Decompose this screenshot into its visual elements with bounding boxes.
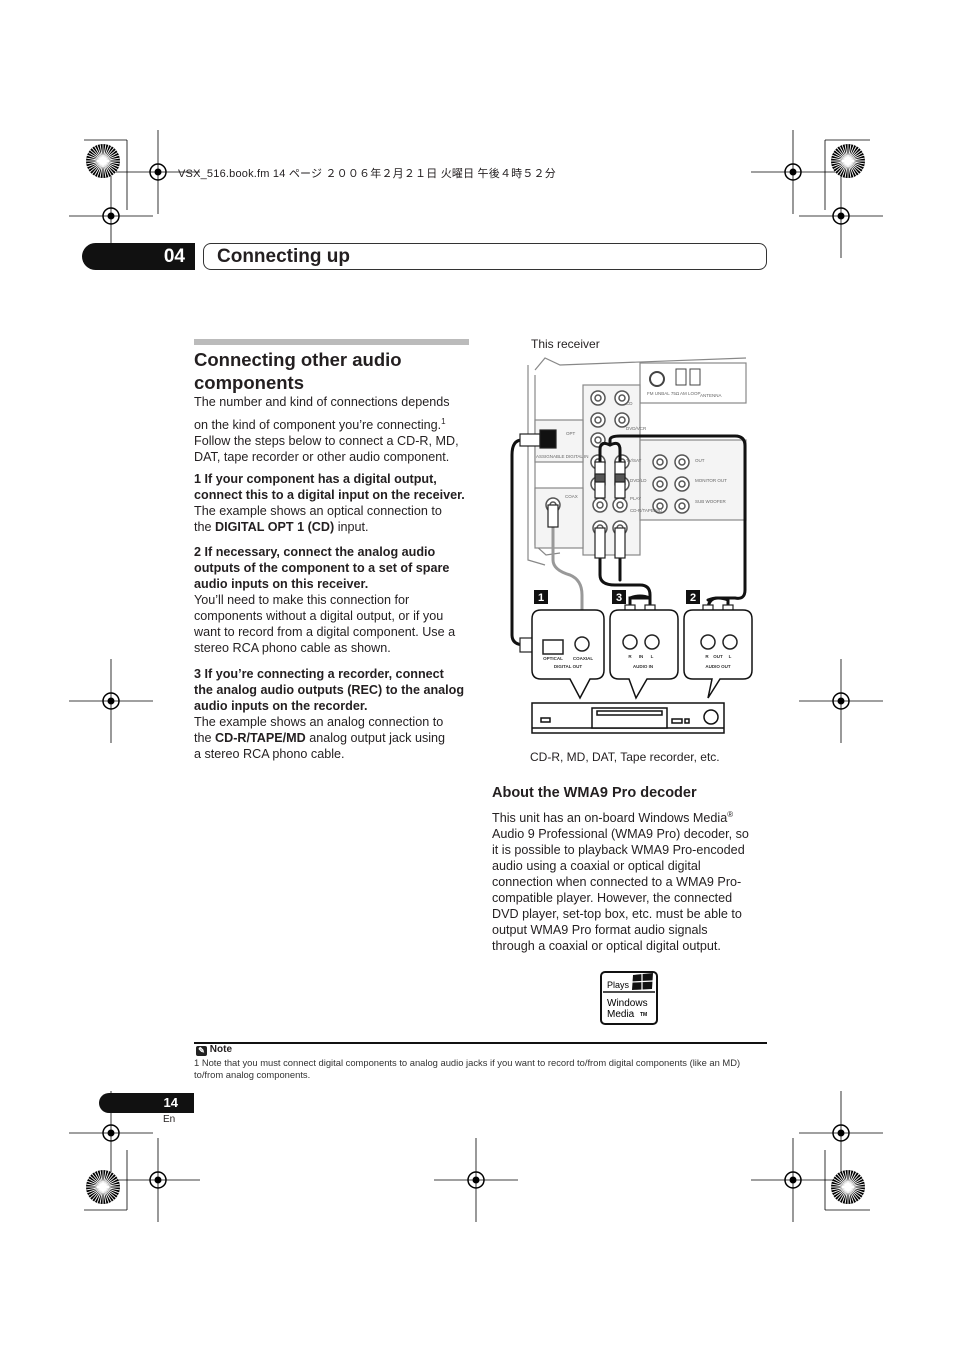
line: Audio 9 Professional (WMA9 Pro) decoder,… bbox=[492, 827, 749, 842]
callout-3: 3 bbox=[616, 592, 622, 604]
logo-windows: Windows bbox=[607, 998, 648, 1009]
chapter-number: 04 bbox=[82, 243, 195, 270]
digital-in-label: ASSIGNABLE DIGITAL IN bbox=[536, 454, 589, 459]
monitor-label: MONITOR OUT bbox=[695, 478, 727, 483]
coax-label: COAX bbox=[565, 494, 578, 499]
page-number: 14 bbox=[99, 1093, 194, 1113]
line: output WMA9 Pro format audio signals bbox=[492, 923, 708, 938]
logo-media: Media bbox=[607, 1009, 635, 1020]
line: the bbox=[194, 520, 216, 534]
registration-marks bbox=[69, 130, 883, 1222]
line: compatible player. However, the connecte… bbox=[492, 891, 733, 906]
footnote-ref[interactable]: 1 bbox=[441, 417, 445, 426]
line: The example shows an optical connection … bbox=[194, 504, 442, 518]
audio-in-label: AUDIO IN bbox=[633, 664, 653, 669]
note-text: 1 Note that you must connect digital com… bbox=[194, 1057, 741, 1080]
cd-label: CD bbox=[626, 401, 633, 406]
line: The number and kind of connections depen… bbox=[194, 395, 450, 409]
line: input. bbox=[334, 520, 369, 534]
in-label: IN bbox=[639, 654, 644, 659]
section-bar bbox=[194, 339, 469, 345]
am-terminal bbox=[689, 368, 701, 386]
optical-cable bbox=[510, 438, 527, 647]
line: want to record from a digital component.… bbox=[194, 625, 456, 639]
wma-text: This unit has an on-board Windows Media®… bbox=[492, 807, 749, 954]
step-2: 2 If necessary, connect the analog audio… bbox=[194, 544, 455, 656]
l-label: L bbox=[651, 654, 654, 659]
line: stereo RCA phono cable as shown. bbox=[194, 641, 391, 655]
line: DVD player, set-top box, etc. must be ab… bbox=[492, 907, 742, 922]
dvd-label: DVD/VCR bbox=[626, 426, 647, 431]
step-title: audio inputs on this receiver. bbox=[194, 577, 369, 591]
line: a stereo RCA phono cable. bbox=[194, 747, 345, 761]
component-caption: CD-R, MD, DAT, Tape recorder, etc. bbox=[530, 750, 720, 764]
line: on the kind of component you’re connecti… bbox=[194, 418, 442, 433]
step-3: 3 If you’re connecting a recorder, conne… bbox=[194, 666, 464, 762]
step-title: 1 If your component has a digital output… bbox=[194, 472, 437, 486]
line: This unit has an on-board Windows Media bbox=[492, 811, 728, 826]
line: the bbox=[194, 731, 216, 745]
step-title: outputs of the component to a set of spa… bbox=[194, 561, 450, 575]
step-title: 2 If necessary, connect the analog audio bbox=[194, 545, 436, 559]
step-title: the analog audio outputs (REC) to the an… bbox=[194, 683, 465, 697]
play-label: PLAY bbox=[630, 496, 641, 501]
jack-name: DIGITAL OPT 1 (CD) bbox=[215, 520, 335, 534]
callout-1: 1 bbox=[538, 592, 544, 604]
chapter-title: Connecting up bbox=[203, 243, 767, 270]
note-divider bbox=[194, 1042, 767, 1044]
am-label: AM LOOP bbox=[680, 391, 701, 396]
line: components without a digital output, or … bbox=[194, 609, 444, 623]
line: through a coaxial or optical digital out… bbox=[492, 939, 721, 954]
line: The example shows an analog connection t… bbox=[194, 715, 444, 729]
out-label: OUT bbox=[695, 458, 705, 463]
plays-windows-media-logo: Plays Windows Media TM bbox=[600, 971, 658, 1025]
step-title: audio inputs on the recorder. bbox=[194, 699, 368, 713]
connection-diagram: FM UNBAL 75Ω AM LOOP ANTENNA OPT ASSIGNA… bbox=[510, 357, 753, 734]
l-label: L bbox=[729, 654, 732, 659]
cdr-label: CD-R/TAPE/MD bbox=[630, 508, 663, 513]
note-heading: ✎ Note bbox=[196, 1044, 232, 1056]
logo-plays: Plays bbox=[607, 980, 630, 990]
receiver-label: This receiver bbox=[531, 337, 600, 351]
optical-label: OPTICAL bbox=[543, 656, 563, 661]
dvdld-label: DVD/LD bbox=[630, 478, 647, 483]
line: You’ll need to make this connection for bbox=[194, 593, 410, 607]
logo-tm: TM bbox=[640, 1012, 647, 1018]
am-terminal bbox=[675, 368, 687, 386]
line: DAT, tape recorder or other audio compon… bbox=[194, 450, 450, 465]
callout-badges: 1 3 2 bbox=[534, 590, 700, 604]
line: Follow the steps below to connect a CD-R… bbox=[194, 434, 459, 449]
wma-heading: About the WMA9 Pro decoder bbox=[492, 785, 697, 801]
line: it is possible to playback WMA9 Pro-enco… bbox=[492, 843, 745, 858]
file-header: VSX_516.book.fm 14 ページ ２００６年２月２１日 火曜日 午後… bbox=[178, 168, 556, 180]
opt-label: OPT bbox=[566, 431, 576, 436]
callout-2: 2 bbox=[690, 592, 696, 604]
tv-label: TV/SAT bbox=[626, 458, 642, 463]
jack-name: CD-R/TAPE/MD bbox=[215, 731, 306, 745]
recorder-device bbox=[531, 702, 725, 734]
intro-text: The number and kind of connections depen… bbox=[194, 394, 459, 465]
line: analog output jack using bbox=[305, 731, 446, 745]
line: audio using a coaxial or optical digital bbox=[492, 859, 701, 874]
out-label: OUT bbox=[713, 654, 723, 659]
step-title: 3 If you’re connecting a recorder, conne… bbox=[194, 667, 444, 681]
note-icon: ✎ bbox=[196, 1046, 207, 1056]
digital-out-label: DIGITAL OUT bbox=[554, 664, 583, 669]
registered-mark: ® bbox=[727, 810, 734, 819]
coaxial-label: COAXIAL bbox=[573, 656, 594, 661]
sub-label: SUB WOOFER bbox=[695, 499, 727, 504]
section-heading: Connecting other audio components bbox=[194, 349, 402, 393]
fm-jack bbox=[649, 371, 665, 387]
page-language: En bbox=[163, 1114, 176, 1125]
note-title: Note bbox=[209, 1044, 233, 1055]
line: connection when connected to a WMA9 Pro- bbox=[492, 875, 742, 890]
step-title: connect this to a digital input on the r… bbox=[194, 488, 465, 502]
antenna-label: ANTENNA bbox=[700, 393, 722, 398]
audio-out-label: AUDIO OUT bbox=[705, 664, 731, 669]
fm-label: FM UNBAL 75Ω bbox=[647, 391, 680, 396]
step-1: 1 If your component has a digital output… bbox=[194, 471, 465, 535]
